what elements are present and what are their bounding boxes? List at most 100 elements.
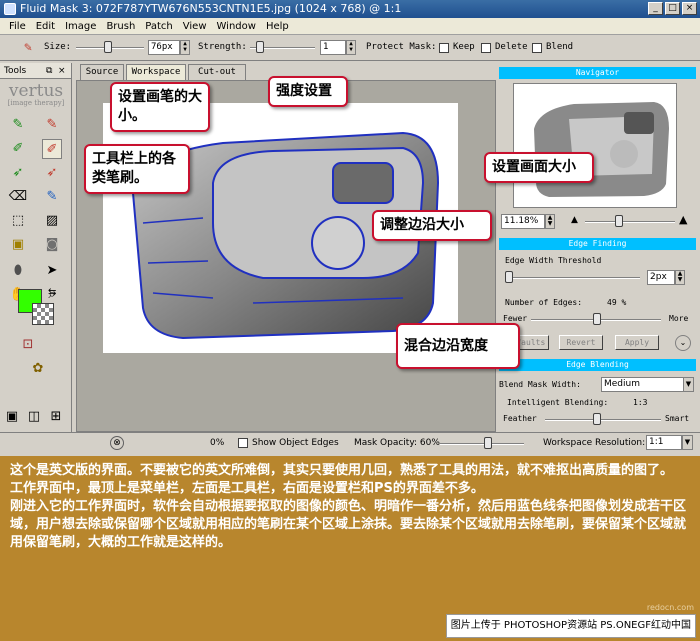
protect-mask-label: Protect Mask: xyxy=(366,42,437,52)
pointer-icon[interactable]: ➤ xyxy=(42,261,62,281)
paint-palette-icon[interactable]: ✿ xyxy=(28,359,48,379)
callout-view-size: 设置画面大小 xyxy=(484,152,594,183)
resolution-select[interactable]: 1:1 xyxy=(646,435,682,450)
zoom-input[interactable]: 11.18% xyxy=(501,214,545,229)
edge-width-label: Edge Width Threshold xyxy=(505,256,602,265)
blend-width-select[interactable]: Medium xyxy=(601,377,685,392)
edge-width-input[interactable]: 2px xyxy=(647,270,675,285)
menu-view[interactable]: View xyxy=(178,18,212,34)
patch-tool-icon[interactable]: ▣ xyxy=(8,235,28,255)
feather-label: Feather xyxy=(503,414,537,423)
tab-cutout[interactable]: Cut-out xyxy=(188,64,246,80)
dropdown-arrow-icon[interactable]: ▼ xyxy=(683,377,694,392)
keep-fill-brush-icon[interactable]: ➶ xyxy=(8,163,28,183)
view-single-icon[interactable]: ▣ xyxy=(2,407,22,427)
strength-label: Strength: xyxy=(198,42,247,52)
edge-width-slider[interactable] xyxy=(505,277,640,279)
mask-opacity-slider[interactable] xyxy=(440,443,524,445)
strength-slider-thumb[interactable] xyxy=(256,41,264,53)
menu-edit[interactable]: Edit xyxy=(31,18,60,34)
smart-label: Smart xyxy=(665,414,690,423)
delete-local-brush-icon[interactable]: ✐ xyxy=(42,139,62,159)
edges-count-thumb[interactable] xyxy=(593,313,601,325)
swap-colors-icon[interactable]: ⇆ xyxy=(48,287,56,298)
blend-ratio-value: 1:3 xyxy=(633,398,648,407)
zoom-out-icon[interactable]: ▲ xyxy=(571,215,578,225)
menu-file[interactable]: File xyxy=(4,18,31,34)
size-slider-thumb[interactable] xyxy=(104,41,112,53)
mask-opacity-thumb[interactable] xyxy=(484,437,492,449)
edge-width-thumb[interactable] xyxy=(505,271,513,283)
keep-local-brush-icon[interactable]: ✐ xyxy=(8,139,28,159)
tab-source[interactable]: Source xyxy=(80,64,124,80)
panel-float-icon[interactable]: ⧉ xyxy=(46,63,52,79)
show-edges-checkbox[interactable] xyxy=(238,438,248,448)
delete-brush-icon[interactable]: ✎ xyxy=(42,115,62,135)
view-grid-icon[interactable]: ⊞ xyxy=(46,407,66,427)
keep-label: Keep xyxy=(453,42,475,52)
zoom-slider[interactable] xyxy=(585,221,675,223)
brush-icon: ✎ xyxy=(24,40,32,55)
zoom-spinner[interactable]: ▲ ▼ xyxy=(545,214,555,229)
settings-panel: Navigator 11.18% ▲ ▼ ▲ ▲ Edge Finding Edg… xyxy=(497,63,700,433)
navigator-thumbnail xyxy=(534,102,669,197)
navigator-header: Navigator xyxy=(499,67,696,79)
strength-spinner[interactable]: ▲ ▼ xyxy=(346,40,356,55)
options-toolbar: ✎ Size: 76px ▲ ▼ Strength: 1 ▲ ▼ Protect M… xyxy=(0,35,700,61)
menu-help[interactable]: Help xyxy=(261,18,294,34)
view-split-icon[interactable]: ◫ xyxy=(24,407,44,427)
zoom-slider-thumb[interactable] xyxy=(615,215,623,227)
description-paragraph: 刚进入它的工作界面时，软件会自动根据要抠取的图像的颜色、明暗作一番分析，然后用蓝… xyxy=(10,499,687,550)
logo-subtext: [image therapy] xyxy=(7,99,65,107)
intelligent-blending-label: Intelligent Blending: xyxy=(507,398,609,407)
status-bar: ⊗ 0% Show Object Edges Mask Opacity: 60%… xyxy=(0,432,700,452)
apply-button[interactable]: Apply xyxy=(615,335,659,350)
panel-close-icon[interactable]: × xyxy=(58,63,66,79)
callout-toolbar-brushes: 工具栏上的各类笔刷。 xyxy=(84,144,190,194)
delete-checkbox[interactable] xyxy=(481,43,491,53)
edges-count-label: Number of Edges: xyxy=(505,298,583,307)
callout-blend-width: 混合边沿宽度 xyxy=(396,323,520,369)
mask-view-icon[interactable]: ⊡ xyxy=(18,335,38,355)
blend-checkbox[interactable] xyxy=(532,43,542,53)
menu-bar: File Edit Image Brush Patch View Window … xyxy=(0,18,700,35)
callout-strength: 强度设置 xyxy=(268,76,348,107)
zoom-in-icon[interactable]: ▲ xyxy=(679,213,687,226)
navigator-preview[interactable] xyxy=(513,83,677,208)
tab-workspace[interactable]: Workspace xyxy=(126,64,186,80)
resolution-dropdown-icon[interactable]: ▼ xyxy=(682,435,693,450)
strength-input[interactable]: 1 xyxy=(320,40,346,55)
minimize-button[interactable]: _ xyxy=(648,2,663,15)
blend-brush-icon[interactable]: ✎ xyxy=(42,187,62,207)
mask-opacity-label: Mask Opacity: 60% xyxy=(354,438,440,448)
edge-width-spinner[interactable]: ▲ ▼ xyxy=(675,270,685,285)
stop-icon[interactable]: ⊗ xyxy=(110,436,124,450)
keep-brush-icon[interactable]: ✎ xyxy=(8,115,28,135)
revert-button[interactable]: Revert xyxy=(559,335,603,350)
more-label: More xyxy=(669,314,689,323)
menu-image[interactable]: Image xyxy=(60,18,101,34)
tools-panel: Tools ⧉ × vertus [image therapy] ✎ ✎ ✐ ✐… xyxy=(0,63,72,433)
vertus-logo: vertus [image therapy] xyxy=(4,81,68,108)
patch-brush-icon[interactable]: ▨ xyxy=(42,211,62,231)
blending-thumb[interactable] xyxy=(593,413,601,425)
window-title: Fluid Mask 3: 072F787YTW676N553CNTN1E5.j… xyxy=(20,2,402,15)
patch-select-icon[interactable]: ⬚ xyxy=(8,211,28,231)
maximize-button[interactable]: □ xyxy=(665,2,680,15)
camera-icon[interactable]: ◙ xyxy=(42,235,62,255)
collapse-icon[interactable]: ⌄ xyxy=(675,335,691,351)
size-input[interactable]: 76px xyxy=(148,40,180,55)
menu-window[interactable]: Window xyxy=(212,18,261,34)
menu-patch[interactable]: Patch xyxy=(140,18,177,34)
eraser-icon[interactable]: ⌫ xyxy=(8,187,28,207)
menu-brush[interactable]: Brush xyxy=(101,18,140,34)
delete-fill-brush-icon[interactable]: ➶ xyxy=(42,163,62,183)
close-button[interactable]: × xyxy=(682,2,697,15)
smudge-icon[interactable]: ⬮ xyxy=(8,261,28,281)
keep-checkbox[interactable] xyxy=(439,43,449,53)
size-spinner[interactable]: ▲ ▼ xyxy=(180,40,190,55)
background-checker-swatch[interactable] xyxy=(32,303,54,325)
blending-slider[interactable] xyxy=(545,419,661,421)
description-paragraph: 工作界面中，最顶上是菜单栏，左面是工具栏，右面是设置栏和PS的界面差不多。 xyxy=(10,481,484,496)
logo-text: vertus xyxy=(8,81,64,101)
